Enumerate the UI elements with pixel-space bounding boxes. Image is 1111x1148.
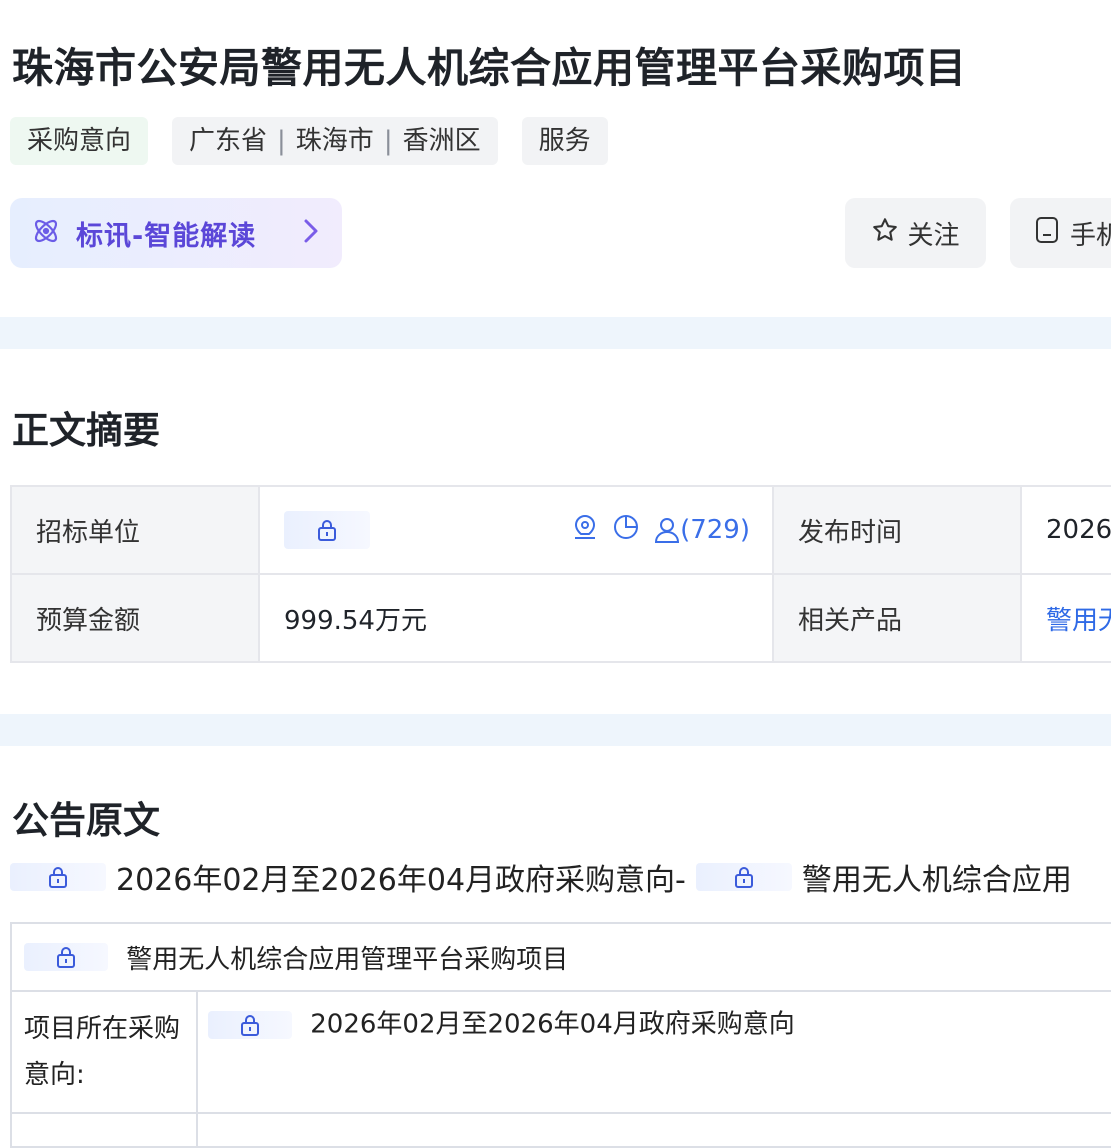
table-row [10, 1112, 1111, 1148]
section-divider [0, 317, 1111, 349]
summary-table: 招标单位 (729) 发布时间 2026 预算金额 999.54万元 相关产品 … [10, 485, 1111, 663]
tender-unit-cell: (729) [258, 485, 774, 575]
table-label: 项目所在采购意向: [10, 990, 198, 1114]
province-label: 广东省 [189, 126, 268, 156]
table-header-cell: 警用无人机综合应用管理平台采购项目 [10, 922, 1111, 992]
district-label: 香洲区 [402, 126, 481, 156]
table-label: 招标单位 [10, 485, 260, 575]
tag-row: 采购意向 广东省 | 珠海市 | 香洲区 服务 [10, 117, 608, 165]
category-tag[interactable]: 服务 [521, 117, 608, 165]
lock-icon [49, 867, 67, 888]
summary-section-title: 正文摘要 [12, 409, 160, 452]
related-product-link[interactable]: 警用无 [1020, 573, 1111, 663]
notice-title-line: 2026年02月至2026年04月政府采购意向- 警用无人机综合应用 [10, 855, 1082, 899]
unit-actions: (729) [572, 488, 750, 572]
table-row: 预算金额 999.54万元 相关产品 警用无 [10, 573, 1111, 663]
masked-value[interactable] [208, 1010, 292, 1039]
table-value [196, 1112, 1111, 1148]
section-divider [0, 714, 1111, 746]
star-icon [871, 216, 907, 251]
follow-label: 关注 [907, 220, 960, 251]
project-name: 警用无人机综合应用管理平台采购项目 [126, 944, 569, 975]
ai-interpret-button[interactable]: 标讯-智能解读 [10, 198, 342, 268]
phone-view-button[interactable]: 手机 [1010, 198, 1111, 268]
table-label: 预算金额 [10, 573, 260, 663]
page-title: 珠海市公安局警用无人机综合应用管理平台采购项目 [12, 44, 967, 92]
table-value: 2026年02月至2026年04月政府采购意向 [196, 990, 1111, 1114]
separator: | [277, 126, 286, 156]
region-tag[interactable]: 广东省 | 珠海市 | 香洲区 [172, 117, 498, 165]
atom-icon [30, 215, 62, 251]
user-icon [655, 518, 680, 543]
masked-value[interactable] [284, 511, 370, 549]
table-row: 警用无人机综合应用管理平台采购项目 [10, 922, 1111, 992]
notice-title-text: 2026年02月至2026年04月政府采购意向- [116, 863, 686, 898]
masked-value[interactable] [10, 863, 106, 891]
phone-icon [1034, 216, 1070, 251]
original-section-title: 公告原文 [12, 799, 160, 842]
notice-title-text: 警用无人机综合应用 [801, 863, 1072, 898]
table-label [10, 1112, 198, 1148]
type-tag[interactable]: 采购意向 [10, 117, 149, 165]
contacts-count[interactable]: (729) [654, 515, 750, 545]
intention-batch: 2026年02月至2026年04月政府采购意向 [310, 1009, 795, 1040]
contacts-count-label: (729) [680, 515, 750, 545]
separator: | [383, 126, 393, 156]
publish-time-value: 2026 [1020, 485, 1111, 575]
lock-icon [241, 1014, 259, 1036]
table-label: 发布时间 [772, 485, 1022, 575]
lock-icon [318, 520, 336, 541]
location-icon[interactable] [572, 513, 598, 548]
lock-icon [734, 867, 753, 888]
table-row: 招标单位 (729) 发布时间 2026 [10, 485, 1111, 575]
original-table: 警用无人机综合应用管理平台采购项目 项目所在采购意向: 2026年02月至202… [10, 922, 1111, 1148]
chevron-right-icon [302, 217, 320, 249]
table-label: 相关产品 [772, 573, 1022, 663]
table-row: 项目所在采购意向: 2026年02月至2026年04月政府采购意向 [10, 990, 1111, 1114]
masked-value[interactable] [695, 863, 792, 891]
budget-value: 999.54万元 [258, 573, 774, 663]
phone-label: 手机 [1070, 220, 1111, 251]
lock-icon [57, 947, 75, 968]
pie-chart-icon[interactable] [612, 513, 640, 548]
follow-button[interactable]: 关注 [845, 198, 986, 268]
city-label: 珠海市 [295, 126, 374, 156]
ai-interpret-label: 标讯-智能解读 [76, 220, 257, 252]
masked-value[interactable] [24, 943, 108, 971]
